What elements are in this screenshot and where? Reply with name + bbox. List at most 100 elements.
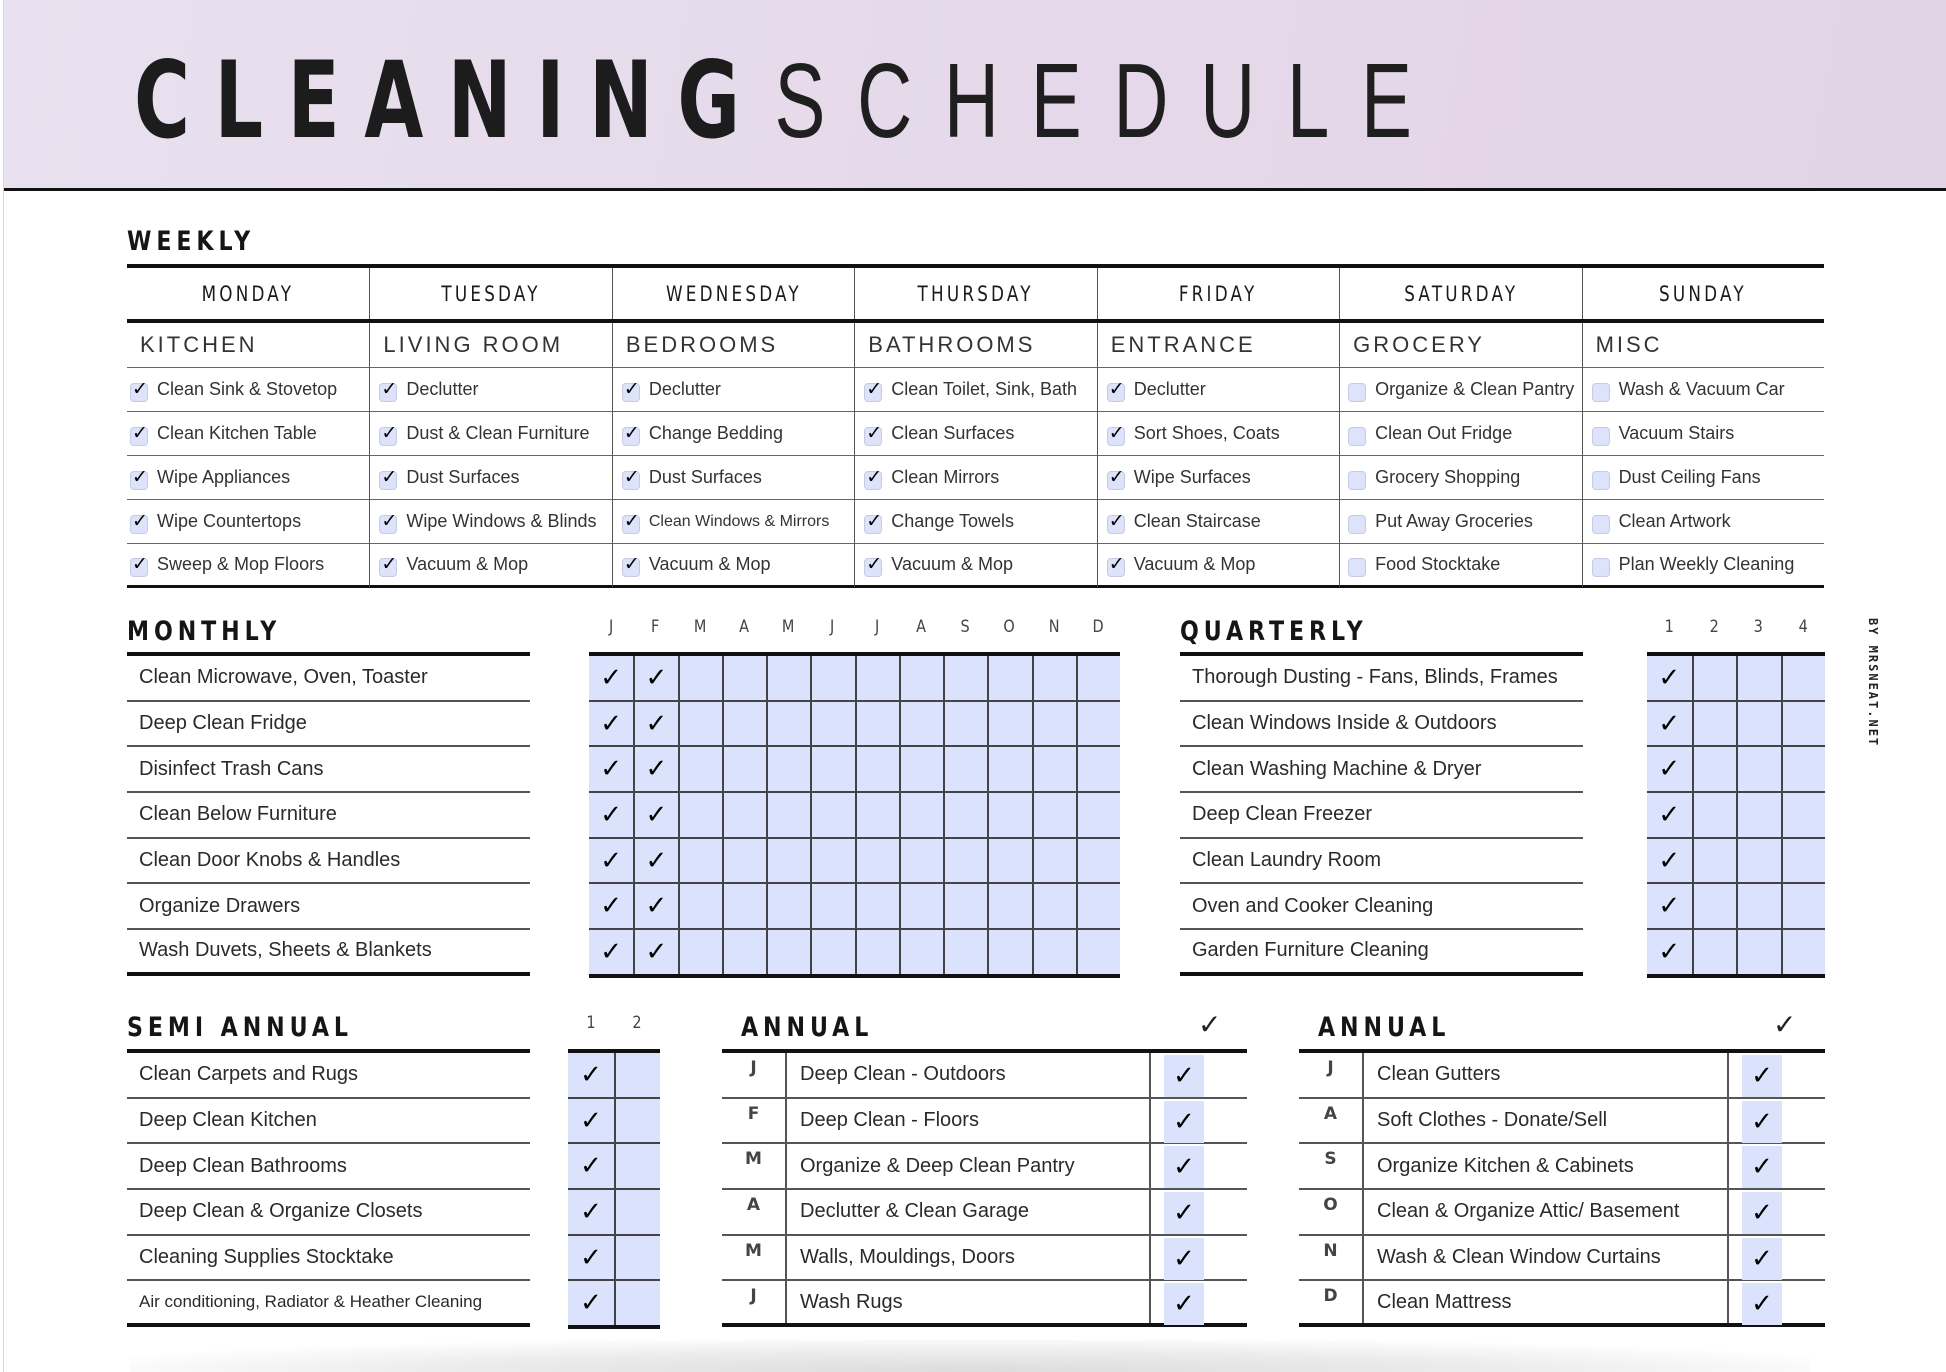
task-checkbox[interactable]: ✓	[1164, 1146, 1204, 1189]
task-checkbox[interactable]	[1348, 515, 1367, 534]
check-cell[interactable]	[721, 930, 766, 974]
check-cell[interactable]	[1691, 838, 1736, 883]
check-cell[interactable]	[677, 701, 722, 746]
check-cell[interactable]	[1031, 747, 1076, 792]
task-checkbox[interactable]: ✓	[864, 378, 883, 402]
check-cell[interactable]: ✓	[633, 884, 678, 929]
check-cell[interactable]	[854, 793, 899, 837]
check-cell[interactable]	[1031, 884, 1076, 929]
task-checkbox[interactable]: ✓	[1164, 1192, 1204, 1235]
task-checkbox[interactable]	[1348, 383, 1367, 402]
check-cell[interactable]: ✓	[1647, 793, 1692, 837]
task-checkbox[interactable]: ✓	[1164, 1100, 1204, 1143]
check-cell[interactable]: ✓	[1647, 838, 1692, 883]
check-cell[interactable]	[766, 656, 811, 700]
check-cell[interactable]	[1780, 656, 1825, 700]
task-checkbox[interactable]	[1348, 471, 1367, 490]
check-cell[interactable]: ✓	[1647, 884, 1692, 929]
check-cell[interactable]	[614, 1098, 660, 1143]
check-cell[interactable]	[854, 838, 899, 883]
check-cell[interactable]	[987, 747, 1032, 792]
task-checkbox[interactable]: ✓	[130, 553, 148, 577]
check-cell[interactable]	[766, 930, 811, 974]
task-checkbox[interactable]: ✓	[379, 378, 398, 402]
check-cell[interactable]	[1031, 930, 1076, 974]
task-checkbox[interactable]: ✓	[621, 510, 640, 534]
check-cell[interactable]	[1736, 656, 1781, 700]
task-checkbox[interactable]: ✓	[621, 466, 640, 490]
check-cell[interactable]	[1031, 838, 1076, 883]
check-cell[interactable]: ✓	[633, 838, 678, 883]
check-cell[interactable]	[854, 884, 899, 929]
task-checkbox[interactable]: ✓	[1106, 466, 1125, 490]
check-cell[interactable]: ✓	[633, 930, 678, 974]
task-checkbox[interactable]: ✓	[621, 422, 640, 446]
check-cell[interactable]	[1075, 838, 1120, 883]
check-cell[interactable]: ✓	[1647, 930, 1692, 974]
task-checkbox[interactable]: ✓	[1164, 1055, 1204, 1097]
check-cell[interactable]	[898, 793, 943, 837]
check-cell[interactable]	[943, 930, 988, 974]
task-checkbox[interactable]: ✓	[130, 510, 148, 534]
check-cell[interactable]: ✓	[568, 1053, 614, 1097]
check-cell[interactable]	[987, 701, 1032, 746]
task-checkbox[interactable]: ✓	[379, 553, 398, 577]
task-checkbox[interactable]	[1348, 558, 1367, 577]
check-cell[interactable]	[987, 793, 1032, 837]
check-cell[interactable]	[677, 930, 722, 974]
task-checkbox[interactable]: ✓	[379, 510, 398, 534]
check-cell[interactable]	[721, 838, 766, 883]
check-cell[interactable]	[1691, 884, 1736, 929]
check-cell[interactable]	[766, 884, 811, 929]
task-checkbox[interactable]: ✓	[1742, 1237, 1782, 1280]
check-cell[interactable]	[1736, 793, 1781, 837]
check-cell[interactable]	[1736, 747, 1781, 792]
check-cell[interactable]	[987, 930, 1032, 974]
task-checkbox[interactable]: ✓	[864, 510, 883, 534]
check-cell[interactable]	[854, 701, 899, 746]
check-cell[interactable]	[677, 747, 722, 792]
check-cell[interactable]	[810, 838, 855, 883]
task-checkbox[interactable]: ✓	[1164, 1283, 1204, 1326]
check-cell[interactable]	[721, 656, 766, 700]
check-cell[interactable]: ✓	[1647, 747, 1692, 792]
task-checkbox[interactable]	[1348, 427, 1367, 446]
check-cell[interactable]	[1780, 930, 1825, 974]
check-cell[interactable]	[898, 747, 943, 792]
check-cell[interactable]: ✓	[633, 701, 678, 746]
task-checkbox[interactable]: ✓	[864, 422, 883, 446]
check-cell[interactable]	[1736, 884, 1781, 929]
check-cell[interactable]: ✓	[589, 884, 634, 929]
task-checkbox[interactable]: ✓	[1742, 1100, 1782, 1143]
check-cell[interactable]	[943, 747, 988, 792]
check-cell[interactable]	[810, 793, 855, 837]
check-cell[interactable]	[810, 884, 855, 929]
check-cell[interactable]	[614, 1053, 660, 1097]
check-cell[interactable]: ✓	[1647, 701, 1692, 746]
check-cell[interactable]	[1691, 747, 1736, 792]
check-cell[interactable]	[810, 930, 855, 974]
check-cell[interactable]	[766, 793, 811, 837]
task-checkbox[interactable]: ✓	[1742, 1192, 1782, 1235]
check-cell[interactable]	[1691, 656, 1736, 700]
check-cell[interactable]	[987, 656, 1032, 700]
check-cell[interactable]	[854, 656, 899, 700]
task-checkbox[interactable]: ✓	[1106, 553, 1125, 577]
check-cell[interactable]	[854, 747, 899, 792]
task-checkbox[interactable]: ✓	[1106, 510, 1125, 534]
check-cell[interactable]: ✓	[568, 1235, 614, 1280]
check-cell[interactable]	[677, 884, 722, 929]
check-cell[interactable]	[943, 884, 988, 929]
task-checkbox[interactable]: ✓	[864, 553, 883, 577]
check-cell[interactable]	[766, 701, 811, 746]
check-cell[interactable]	[898, 701, 943, 746]
check-cell[interactable]	[1075, 656, 1120, 700]
check-cell[interactable]: ✓	[589, 930, 634, 974]
check-cell[interactable]	[898, 656, 943, 700]
check-cell[interactable]	[1780, 793, 1825, 837]
check-cell[interactable]	[721, 884, 766, 929]
task-checkbox[interactable]: ✓	[379, 466, 398, 490]
check-cell[interactable]	[943, 793, 988, 837]
task-checkbox[interactable]: ✓	[1106, 378, 1125, 402]
check-cell[interactable]	[1031, 793, 1076, 837]
